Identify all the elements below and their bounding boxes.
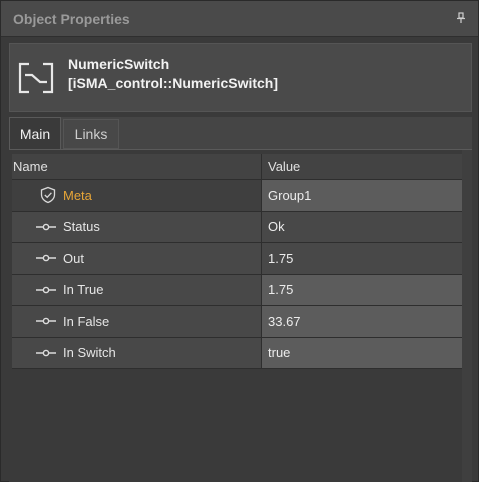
property-row-status[interactable]: Status Ok bbox=[12, 211, 469, 243]
property-name: In True bbox=[63, 282, 104, 298]
numeric-switch-icon bbox=[16, 58, 56, 98]
column-header-name[interactable]: Name bbox=[12, 154, 262, 179]
property-row-meta[interactable]: Meta Group1 bbox=[12, 180, 469, 212]
property-name-cell: In False bbox=[12, 306, 262, 337]
property-value-field[interactable]: Group1 bbox=[262, 180, 469, 211]
property-name-cell: Meta bbox=[12, 180, 262, 211]
property-value-field[interactable]: 1.75 bbox=[262, 274, 469, 305]
property-name: Meta bbox=[63, 187, 92, 203]
property-name: In Switch bbox=[63, 345, 116, 361]
slot-pin-icon bbox=[36, 317, 56, 325]
slot-pin-icon bbox=[36, 349, 56, 357]
component-type: [iSMA_control::NumericSwitch] bbox=[68, 75, 279, 91]
property-value-field[interactable]: true bbox=[262, 337, 469, 368]
pin-icon[interactable] bbox=[456, 12, 466, 24]
tab-content-main: Name Value Meta Group1 Status Ok Out 1.7… bbox=[9, 149, 472, 482]
property-value-field[interactable]: 33.67 bbox=[262, 306, 469, 337]
property-row-in-true[interactable]: In True 1.75 bbox=[12, 274, 469, 306]
tab-main[interactable]: Main bbox=[9, 117, 61, 149]
tab-container: Main Links Name Value Meta Group1 Status… bbox=[9, 117, 472, 482]
property-name-cell: In True bbox=[12, 274, 262, 305]
column-header-value[interactable]: Value bbox=[262, 154, 469, 179]
slot-pin-icon bbox=[36, 286, 56, 294]
property-name-cell: In Switch bbox=[12, 337, 262, 368]
property-row-in-switch[interactable]: In Switch true bbox=[12, 337, 469, 369]
slot-pin-icon bbox=[36, 254, 56, 262]
panel-title: Object Properties bbox=[13, 10, 130, 27]
property-value: Ok bbox=[262, 211, 469, 242]
tab-bar: Main Links bbox=[9, 117, 119, 149]
property-value: 1.75 bbox=[262, 243, 469, 274]
panel-title-bar: Object Properties bbox=[1, 1, 478, 37]
property-row-in-false[interactable]: In False 33.67 bbox=[12, 306, 469, 338]
property-grid: Name Value Meta Group1 Status Ok Out 1.7… bbox=[12, 154, 469, 369]
property-row-out[interactable]: Out 1.75 bbox=[12, 243, 469, 275]
property-name: In False bbox=[63, 313, 110, 329]
shield-check-icon bbox=[40, 187, 56, 204]
component-name: NumericSwitch bbox=[68, 56, 170, 72]
vertical-scrollbar[interactable] bbox=[462, 150, 472, 482]
component-header: NumericSwitch [iSMA_control::NumericSwit… bbox=[9, 43, 472, 112]
property-name-cell: Status bbox=[12, 211, 262, 242]
grid-header: Name Value bbox=[12, 154, 469, 180]
property-name: Out bbox=[63, 250, 84, 266]
object-properties-panel: Object Properties NumericSwitch [iSMA_co… bbox=[0, 0, 479, 482]
slot-pin-icon bbox=[36, 223, 56, 231]
property-name-cell: Out bbox=[12, 243, 262, 274]
property-name: Status bbox=[63, 219, 100, 235]
tab-links[interactable]: Links bbox=[63, 119, 119, 149]
